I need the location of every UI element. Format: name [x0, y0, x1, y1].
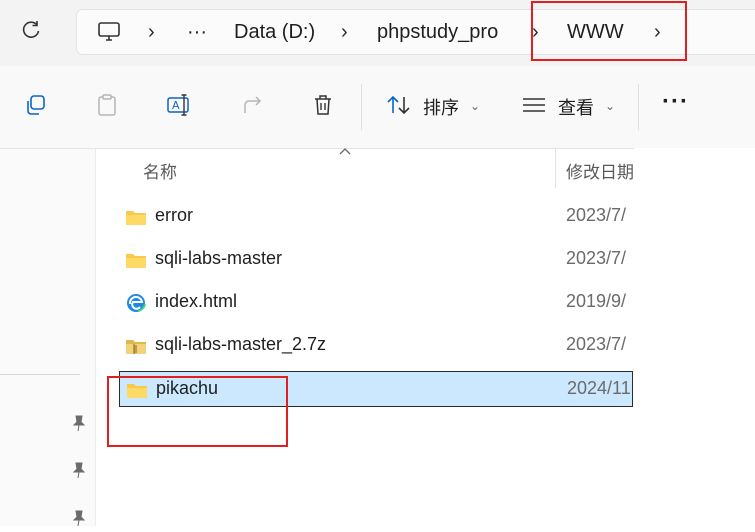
navigation-pane [0, 149, 96, 527]
folder-icon [126, 211, 146, 225]
pin-icon[interactable] [70, 414, 88, 432]
file-name: error [155, 205, 194, 225]
chevron-right-icon[interactable]: › [148, 10, 155, 54]
sort-ascending-icon [339, 148, 351, 155]
share-button[interactable] [238, 90, 268, 120]
view-list-icon [523, 98, 545, 112]
file-date: 2023/7/ [566, 205, 627, 225]
details-pane-blank [634, 148, 755, 526]
sort-button-label[interactable]: 排序 [423, 94, 459, 120]
column-header-name[interactable]: 名称 [143, 158, 177, 183]
rename-button[interactable]: A [164, 90, 194, 120]
file-row[interactable]: sqli-labs-master 2023/7/ [119, 242, 633, 278]
toolbar-divider [638, 84, 639, 130]
chevron-down-icon[interactable]: ⌄ [605, 99, 615, 113]
rename-icon: A [167, 94, 189, 116]
file-date: 2023/7/ [566, 334, 627, 354]
share-icon [244, 96, 262, 113]
folder-icon [126, 254, 146, 268]
file-row[interactable]: index.html 2019/9/ [119, 285, 633, 321]
chevron-down-icon[interactable]: ⌄ [470, 99, 480, 113]
archive-icon [126, 340, 146, 354]
this-pc-icon[interactable] [97, 20, 121, 49]
file-row[interactable]: sqli-labs-master_2.7z 2023/7/ [119, 328, 633, 364]
column-separator[interactable] [555, 148, 556, 188]
svg-text:A: A [172, 99, 180, 112]
file-row[interactable]: error 2023/7/ [119, 199, 633, 235]
chevron-right-icon[interactable]: › [341, 10, 348, 54]
trash-icon [315, 95, 331, 115]
file-date: 2019/9/ [566, 291, 627, 311]
sort-icon-wrap[interactable] [384, 90, 414, 120]
highlight-box-pikachu [107, 376, 288, 447]
copy-icon [27, 95, 45, 115]
nav-divider [0, 374, 80, 375]
more-options-button[interactable]: ··· [662, 88, 689, 116]
view-button-label[interactable]: 查看 [558, 94, 594, 120]
refresh-icon [22, 21, 40, 38]
delete-button[interactable] [308, 90, 338, 120]
highlight-box-www [531, 1, 687, 61]
file-name: sqli-labs-master_2.7z [155, 334, 327, 354]
clipboard-icon [98, 94, 116, 116]
breadcrumb-item-data-d[interactable]: Data (D:) [234, 10, 315, 54]
copy-button[interactable] [20, 90, 50, 120]
toolbar-divider [361, 84, 362, 130]
column-header-modified[interactable]: 修改日期 [566, 158, 634, 183]
address-bar-region: › ··· Data (D:) › phpstudy_pro › WWW › [0, 0, 755, 66]
command-bar: A 排序 ⌄ 查看 ⌄ ··· [0, 66, 755, 149]
pin-icon[interactable] [70, 461, 88, 479]
view-icon-wrap[interactable] [519, 90, 549, 120]
breadcrumb-more[interactable]: ··· [187, 10, 207, 54]
file-date: 2023/7/ [566, 248, 627, 268]
paste-button[interactable] [92, 90, 122, 120]
file-name: index.html [155, 291, 238, 311]
breadcrumb-item-phpstudy[interactable]: phpstudy_pro [377, 10, 498, 54]
edge-html-icon [127, 294, 146, 312]
sort-icon [387, 95, 410, 115]
refresh-button[interactable] [18, 17, 44, 43]
pin-icon[interactable] [70, 509, 88, 527]
file-name: sqli-labs-master [155, 248, 283, 268]
file-date: 2024/11 [567, 378, 631, 398]
